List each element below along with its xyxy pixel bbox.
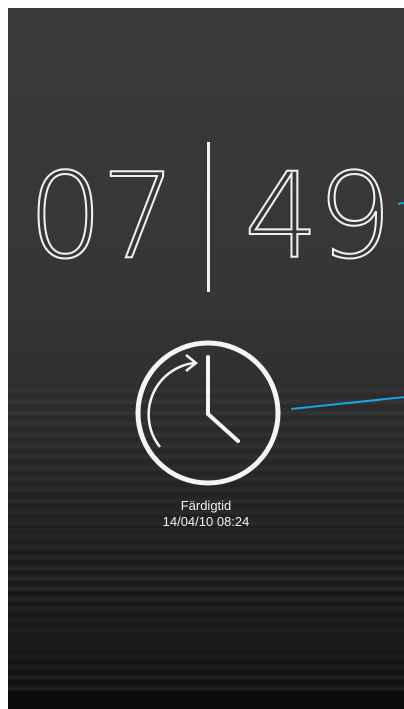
timer-icon[interactable] <box>134 339 282 487</box>
minute-hand <box>206 412 240 443</box>
clock-display: 07 49 <box>8 142 404 292</box>
bottom-edge <box>8 691 404 709</box>
lock-screen: 07 49 Färdigtid 14/04/10 08:24 <box>8 8 404 709</box>
finish-time-value: 14/04/10 08:24 <box>162 514 250 529</box>
finish-time-label: Färdigtid <box>180 498 232 513</box>
clock-hours: 07 <box>27 146 177 286</box>
clock-divider <box>207 142 210 292</box>
refresh-arc <box>147 361 195 448</box>
water-background-lower <box>8 528 404 709</box>
clock-minutes: 49 <box>243 146 393 286</box>
